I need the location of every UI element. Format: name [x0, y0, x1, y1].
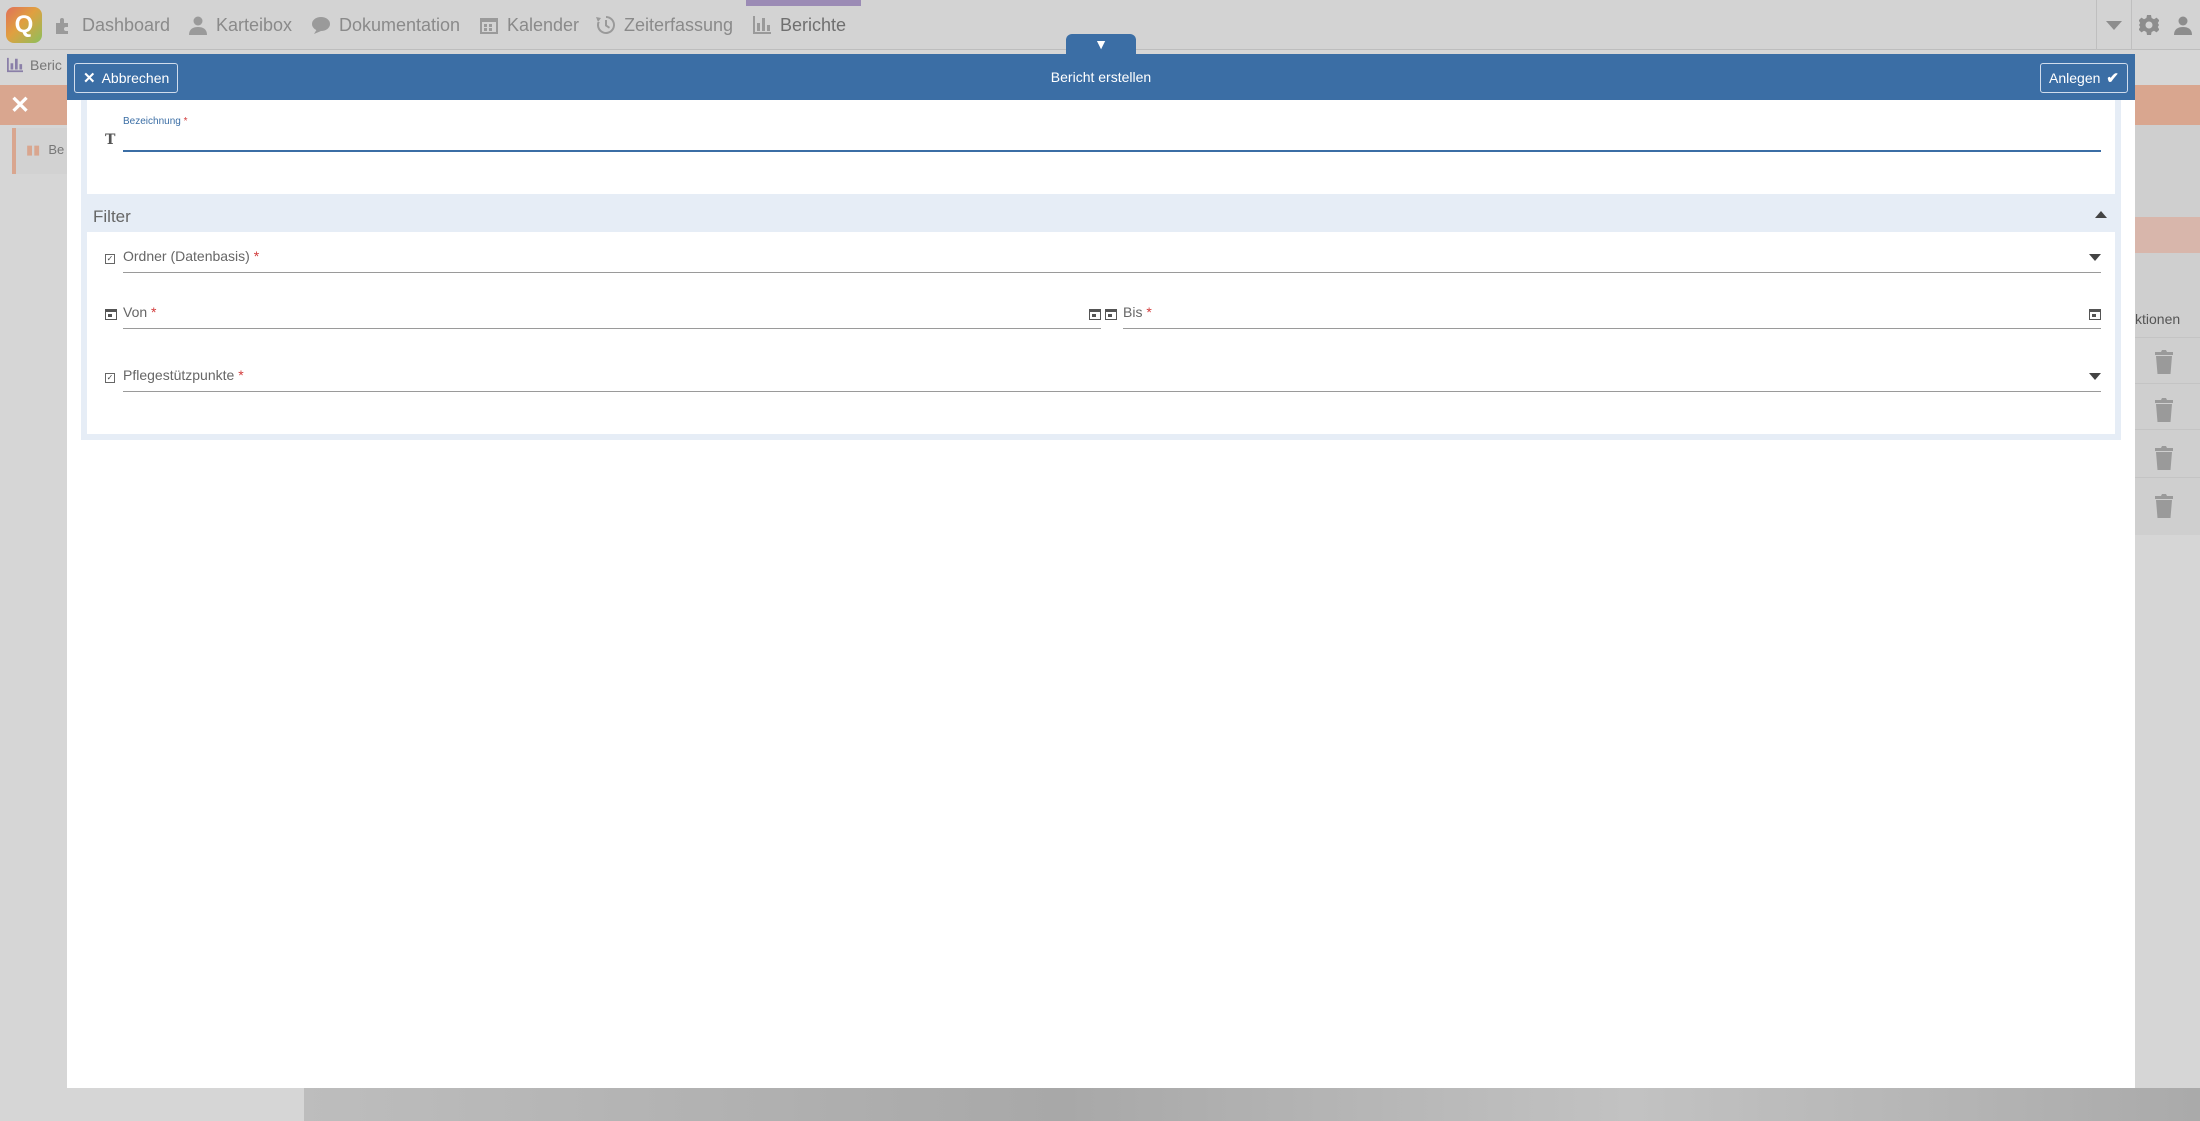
- nav-item-label: Dashboard: [82, 14, 171, 35]
- chevron-down-icon: [2089, 254, 2101, 261]
- trash-icon: [2155, 494, 2173, 518]
- bar-chart-icon: ▮▮: [26, 142, 41, 157]
- create-label: Anlegen: [2049, 70, 2101, 86]
- background-image-strip: [304, 1088, 2200, 1121]
- field-underline: [123, 391, 2101, 392]
- nav-item-dokumentation[interactable]: Dokumentation: [311, 13, 460, 37]
- close-icon: ✕: [83, 70, 96, 87]
- cancel-button[interactable]: ✕ Abbrechen: [74, 63, 179, 93]
- field-underline: [123, 272, 2101, 273]
- modal-title: Bericht erstellen: [1050, 69, 1152, 85]
- bar-chart-icon: [7, 57, 23, 73]
- checkbox-list-icon: ✓: [105, 254, 115, 264]
- ordner-select[interactable]: ✓ Ordner (Datenbasis) *: [105, 232, 2101, 273]
- bar-chart-icon: [753, 16, 771, 34]
- checkmark-icon: ✔: [2106, 70, 2119, 87]
- modal-header: Bericht erstellen ✕ Abbrechen Anlegen ✔: [67, 54, 2135, 100]
- delete-button[interactable]: [2153, 445, 2175, 471]
- trash-icon: [2155, 350, 2173, 374]
- von-date-field[interactable]: Von *: [105, 288, 1101, 329]
- nav-item-label: Karteibox: [216, 14, 293, 35]
- close-icon[interactable]: ✕: [10, 91, 30, 120]
- nav-item-label: Zeiterfassung: [624, 14, 734, 35]
- nav-item-berichte[interactable]: Berichte: [752, 13, 846, 37]
- bezeichnung-label: Bezeichnung *: [123, 116, 188, 127]
- background-actions-column: ktionen: [2135, 125, 2200, 535]
- chevron-down-icon: [2089, 373, 2101, 380]
- filter-section-header[interactable]: Filter: [87, 200, 2115, 232]
- bis-label: Bis *: [1123, 304, 1152, 320]
- actions-column-header: ktionen: [2135, 311, 2181, 327]
- user-icon: [189, 16, 207, 35]
- create-button[interactable]: Anlegen ✔: [2040, 63, 2128, 93]
- ordner-label: Ordner (Datenbasis) *: [123, 248, 260, 264]
- nav-item-kalender[interactable]: Kalender: [479, 13, 579, 37]
- trash-icon: [2155, 398, 2173, 422]
- field-underline: [1123, 328, 2101, 329]
- nav-item-label: Berichte: [780, 14, 847, 35]
- von-label: Von *: [123, 304, 157, 320]
- calendar-icon: [105, 309, 117, 320]
- active-nav-indicator: [746, 0, 861, 6]
- calendar-icon: [1105, 309, 1117, 320]
- subbar-tab-label: Beric: [30, 57, 62, 73]
- history-icon: [596, 16, 615, 34]
- nav-item-dashboard[interactable]: Dashboard: [54, 13, 170, 37]
- puzzle-icon: [56, 18, 68, 34]
- nav-item-label: Dokumentation: [339, 14, 461, 35]
- date-picker-icon[interactable]: [1089, 309, 1101, 320]
- chevron-up-icon: [2095, 211, 2107, 218]
- app-logo[interactable]: Q: [6, 7, 42, 43]
- filter-section-title: Filter: [93, 207, 131, 226]
- background-highlight-row: [2135, 217, 2200, 253]
- text-type-icon: T: [105, 132, 116, 148]
- delete-button[interactable]: [2153, 493, 2175, 519]
- background-card-text: Be: [48, 142, 65, 157]
- background-card-label: ▮▮ Be: [26, 142, 64, 158]
- cancel-label: Abbrechen: [101, 70, 170, 86]
- pflegestuetzpunkte-select[interactable]: ✓ Pflegestützpunkte *: [105, 351, 2101, 392]
- chevron-down-icon: [2106, 21, 2122, 30]
- bezeichnung-field: T Bezeichnung *: [105, 110, 2101, 160]
- checkbox-list-icon: ✓: [105, 373, 115, 383]
- user-menu-button[interactable]: [2166, 0, 2200, 50]
- gear-icon: [2139, 15, 2159, 35]
- user-icon: [2174, 16, 2192, 35]
- pflegestuetzpunkte-label: Pflegestützpunkte *: [123, 367, 244, 383]
- nav-item-label: Kalender: [507, 14, 580, 35]
- delete-button[interactable]: [2153, 397, 2175, 423]
- calendar-icon: [480, 18, 498, 34]
- bezeichnung-input[interactable]: [123, 128, 2101, 152]
- delete-button[interactable]: [2153, 349, 2175, 375]
- settings-button[interactable]: [2132, 0, 2166, 50]
- nav-right-tools: [2096, 0, 2200, 50]
- trash-icon: [2155, 446, 2173, 470]
- modal-collapse-toggle[interactable]: ▼: [1066, 34, 1136, 54]
- more-dropdown[interactable]: [2097, 0, 2131, 50]
- create-report-modal: Bericht erstellen ✕ Abbrechen Anlegen ✔ …: [67, 54, 2135, 1088]
- date-picker-icon[interactable]: [2089, 309, 2101, 320]
- bis-date-field[interactable]: Bis *: [1105, 288, 2101, 329]
- field-underline: [123, 328, 1101, 329]
- filter-section: Filter ✓ Ordner (Datenbasis) * Von * Bis…: [81, 194, 2121, 440]
- nav-item-karteibox[interactable]: Karteibox: [188, 13, 292, 37]
- nav-item-zeiterfassung[interactable]: Zeiterfassung: [596, 13, 733, 37]
- speech-bubble-icon: [312, 17, 330, 34]
- subbar-tab-berichte[interactable]: Beric: [6, 57, 62, 73]
